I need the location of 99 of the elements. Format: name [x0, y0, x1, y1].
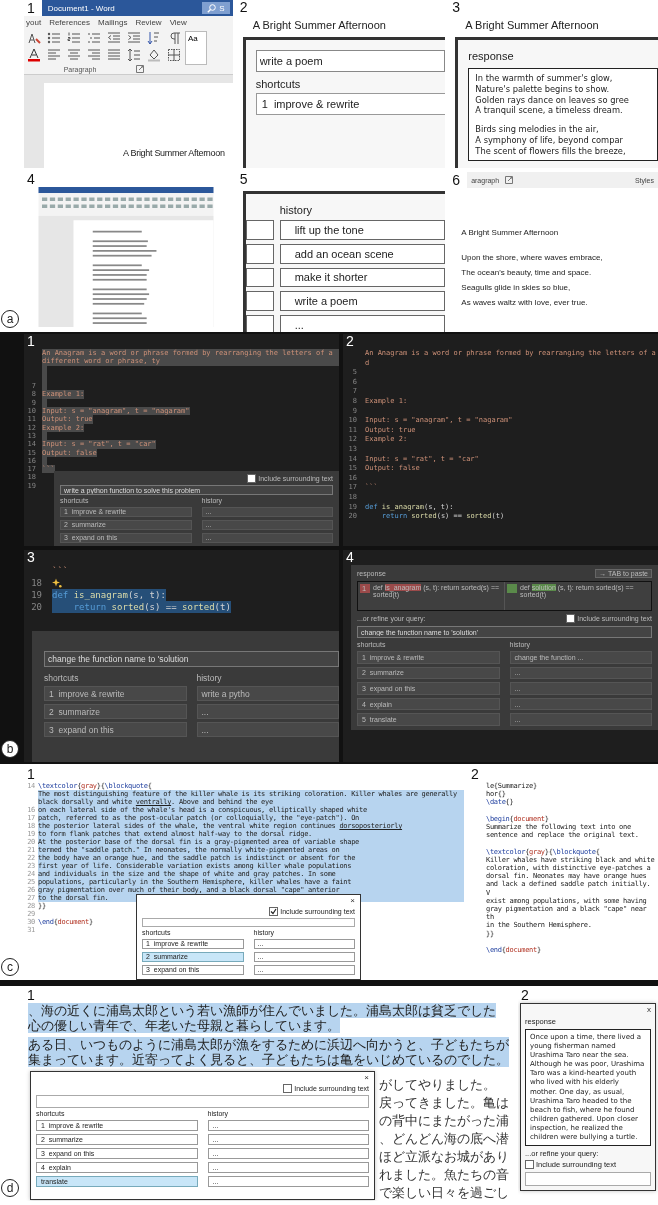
- history-button[interactable]: add an ocean scene: [279, 243, 446, 264]
- ribbon-tab[interactable]: View: [169, 18, 187, 27]
- query-field[interactable]: write a poem: [255, 50, 446, 72]
- shortcut-button[interactable]: [245, 243, 274, 264]
- history-button[interactable]: write a pytho: [196, 686, 339, 701]
- section-label: b: [1, 740, 19, 758]
- poem-line: As waves waltz with love, ever true.: [461, 298, 589, 307]
- pilcrow-icon[interactable]: [167, 31, 181, 45]
- panel-number: 2: [345, 334, 355, 349]
- poem-line: The ocean's beauty, time and space.: [461, 268, 593, 277]
- dialog-launcher-icon: [505, 176, 514, 184]
- section-label: d: [1, 1179, 19, 1197]
- panel-number: 5: [238, 172, 249, 187]
- history-button[interactable]: make it shorter: [279, 267, 446, 288]
- panel-number: 1: [26, 767, 36, 782]
- panel-number: 4: [26, 172, 36, 187]
- history-label: history: [196, 673, 223, 683]
- query-field[interactable]: [142, 918, 355, 927]
- search-icon: [207, 3, 217, 13]
- shortcuts-label: shortcuts: [255, 78, 302, 90]
- text-line: で楽しい日々を過ごし: [379, 1185, 509, 1200]
- document-title: A Bright Summer Afternoon: [461, 228, 560, 237]
- ribbon-tab[interactable]: Mailings: [98, 18, 128, 27]
- response-label: response: [468, 50, 514, 62]
- shortcuts-label: shortcuts: [44, 673, 80, 683]
- response-line: Nature's palette begins to show.: [475, 83, 611, 95]
- align-center-icon[interactable]: [67, 48, 81, 62]
- panel-number: 4: [345, 550, 355, 565]
- line-number: 19: [30, 589, 43, 601]
- align-right-icon[interactable]: [87, 48, 101, 62]
- panel-number: 2: [520, 988, 530, 1003]
- query-field[interactable]: change the function name to 'solution: [44, 651, 339, 667]
- shortcut-button[interactable]: [245, 291, 274, 312]
- dialog-launcher-icon: [136, 65, 145, 73]
- shading-icon[interactable]: [147, 48, 161, 62]
- panel-number: 2: [238, 0, 249, 15]
- panel-number: 6: [451, 172, 462, 188]
- response-line: A symphony of life, beyond compar: [475, 134, 624, 146]
- history-button[interactable]: ...: [196, 722, 339, 737]
- borders-icon[interactable]: [167, 48, 181, 62]
- panel-number: 3: [26, 550, 36, 565]
- font-color-icon[interactable]: [27, 48, 41, 62]
- text-line: れました。魚たちの音: [379, 1167, 509, 1182]
- multilevel-list-icon[interactable]: [87, 31, 101, 45]
- shortcut-button[interactable]: 3 expand on this: [44, 722, 187, 737]
- text-line: ほど立派なお城があり: [379, 1149, 509, 1164]
- panel-number: 3: [451, 0, 462, 15]
- text-line: 戻ってきました。亀は: [379, 1095, 509, 1110]
- ribbon-tab[interactable]: References: [49, 18, 91, 27]
- history-button[interactable]: lift up the tone: [279, 220, 446, 240]
- line-number: 20: [30, 601, 43, 613]
- sparkle-icon: [52, 578, 62, 588]
- close-button[interactable]: ×: [350, 897, 355, 905]
- shortcut-button[interactable]: [245, 267, 274, 288]
- section-label: c: [1, 958, 19, 976]
- numbered-list-icon[interactable]: [67, 31, 81, 45]
- poem-line: Seagulls glide in skies so blue,: [461, 283, 572, 292]
- response-line: The scent of flowers fills the breeze,: [475, 145, 627, 157]
- query-field[interactable]: [525, 1172, 651, 1187]
- sort-icon[interactable]: [147, 31, 161, 45]
- text-line: がしてやりました。: [379, 1077, 497, 1092]
- text-line: の背中にまたがった浦: [379, 1113, 509, 1128]
- document-title: A Bright Summer Afternoon: [123, 148, 225, 158]
- close-button[interactable]: x: [647, 1006, 651, 1014]
- poem-line: Upon the shore, where waves embrace,: [461, 253, 604, 262]
- close-button[interactable]: ×: [364, 1074, 369, 1082]
- text-line: 、どんどん海の底へ潜: [379, 1131, 509, 1146]
- panel-number: 1: [26, 0, 36, 16]
- decrease-indent-icon[interactable]: [107, 31, 121, 45]
- shortcut-button[interactable]: 1 improve & rewrite: [44, 686, 187, 701]
- ribbon-tab[interactable]: yout: [26, 18, 42, 27]
- window-title: Document1 - Word: [47, 3, 115, 13]
- shortcut-button[interactable]: 2 summarize: [44, 704, 187, 719]
- response-line: A tranquil scene, a timeless dream.: [475, 105, 624, 117]
- panel-number: 1: [26, 334, 36, 349]
- document-title: A Bright Summer Afternoon: [251, 18, 387, 33]
- code-line: ```: [52, 565, 69, 577]
- shortcut-button[interactable]: 1 improve & rewrite: [255, 93, 446, 115]
- shortcut-button[interactable]: [245, 315, 274, 332]
- response-line: In the warmth of summer's glow,: [475, 73, 614, 84]
- style-preview[interactable]: Aa: [185, 31, 207, 65]
- shortcut-button[interactable]: [245, 220, 274, 240]
- history-label: history: [279, 204, 314, 216]
- panel-number: 2: [470, 767, 480, 782]
- clear-formatting-icon[interactable]: [27, 31, 41, 45]
- query-field[interactable]: [36, 1095, 369, 1109]
- history-button[interactable]: ...: [196, 704, 339, 719]
- document-title: A Bright Summer Afternoon: [464, 18, 600, 33]
- ribbon-tab[interactable]: Review: [135, 18, 162, 27]
- history-button[interactable]: write a poem: [279, 291, 446, 312]
- bullet-list-icon[interactable]: [47, 31, 61, 45]
- panel-number: 1: [26, 988, 36, 1003]
- line-spacing-icon[interactable]: [127, 48, 141, 62]
- justify-icon[interactable]: [107, 48, 121, 62]
- line-number: 18: [30, 577, 43, 589]
- section-label: a: [1, 310, 19, 328]
- history-button[interactable]: ...: [279, 315, 446, 332]
- response-line: Golden rays dance on leaves so gree: [475, 94, 630, 106]
- response-line: Birds sing melodies in the air,: [475, 124, 600, 135]
